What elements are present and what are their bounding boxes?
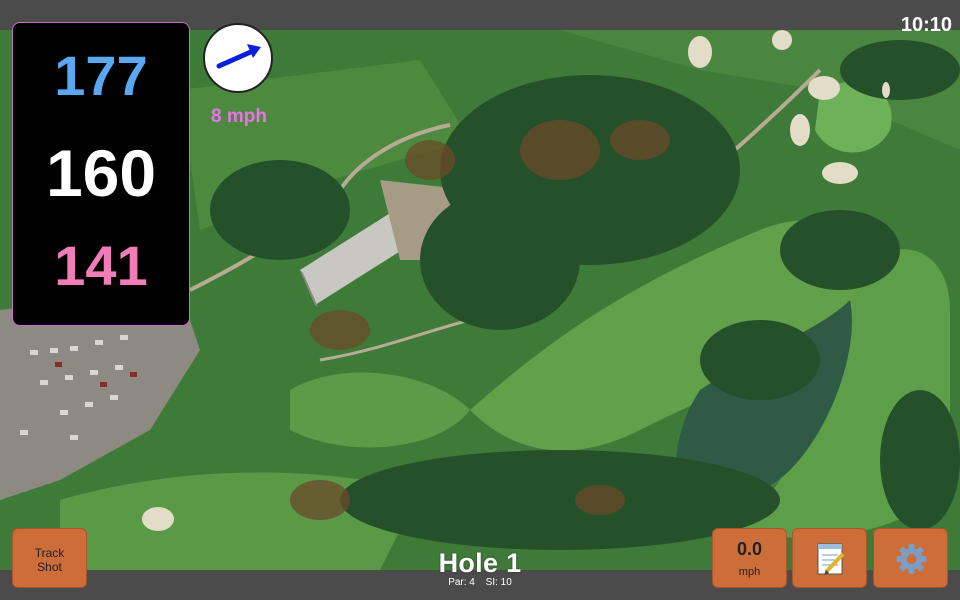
notepad-icon [817, 543, 845, 575]
wind-speed-label: 8 mph [211, 106, 267, 127]
distance-panel: 177 160 141 [12, 22, 190, 326]
wind-direction-arrow-icon [216, 44, 261, 69]
notes-button[interactable] [792, 528, 867, 588]
hole-title[interactable]: Hole 1 [380, 548, 580, 579]
settings-button[interactable] [873, 528, 948, 588]
speed-button[interactable]: 0.0 mph [712, 528, 787, 588]
hole-par: Par: 4 [448, 577, 475, 588]
speed-unit: mph [738, 566, 761, 578]
wind-indicator [203, 23, 273, 93]
gear-icon [896, 544, 927, 574]
hole-stroke-index: SI: 10 [485, 577, 512, 588]
status-clock: 10:10 [900, 14, 952, 36]
middle-of-green-distance: 160 [45, 136, 157, 210]
track-shot-button[interactable]: Track Shot [12, 528, 87, 588]
track-shot-label-line1: Track [34, 546, 65, 560]
hole-info: Par: 4 SI: 10 [400, 577, 560, 588]
track-shot-label-line2: Shot [37, 560, 62, 574]
back-of-green-distance: 177 [54, 44, 148, 107]
front-of-green-distance: 141 [54, 234, 148, 297]
speed-value: 0.0 [736, 539, 763, 559]
